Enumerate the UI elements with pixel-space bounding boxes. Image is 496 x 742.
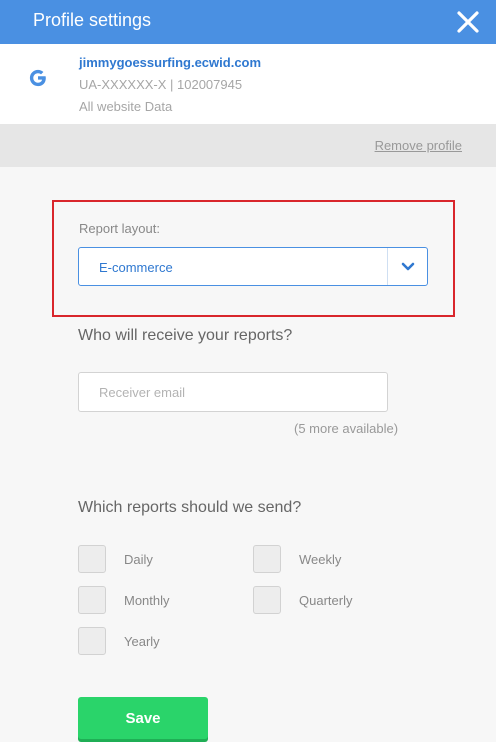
close-icon — [457, 11, 479, 33]
page-title: Profile settings — [33, 10, 152, 30]
yearly-label: Yearly — [124, 634, 160, 649]
daily-label: Daily — [124, 552, 153, 567]
receiver-email-input[interactable] — [78, 372, 388, 412]
close-button[interactable] — [452, 6, 484, 38]
profile-site: jimmygoessurfing.ecwid.com — [79, 55, 262, 70]
header-bar: Profile settings — [0, 0, 496, 44]
report-layout-label: Report layout: — [79, 221, 160, 236]
select-divider — [387, 248, 388, 285]
remove-profile-link[interactable]: Remove profile — [375, 138, 462, 153]
report-layout-select[interactable]: E-commerce — [78, 247, 428, 286]
quarterly-checkbox[interactable] — [253, 586, 281, 614]
monthly-label: Monthly — [124, 593, 170, 608]
google-g-icon — [29, 69, 46, 87]
profile-card: jimmygoessurfing.ecwid.com UA-XXXXXX-X |… — [0, 44, 496, 124]
daily-checkbox[interactable] — [78, 545, 106, 573]
remove-profile-bar: Remove profile — [0, 124, 496, 167]
reports-title: Which reports should we send? — [78, 499, 302, 516]
weekly-checkbox[interactable] — [253, 545, 281, 573]
more-available-note: (5 more available) — [294, 421, 399, 436]
recipients-title: Who will receive your reports? — [78, 327, 293, 344]
save-button[interactable]: Save — [78, 697, 208, 739]
profile-account-id: UA-XXXXXX-X | 102007945 — [79, 77, 243, 92]
quarterly-label: Quarterly — [299, 593, 353, 608]
chevron-down-icon — [401, 262, 415, 271]
weekly-label: Weekly — [299, 552, 342, 567]
report-layout-value: E-commerce — [99, 260, 173, 275]
monthly-checkbox[interactable] — [78, 586, 106, 614]
yearly-checkbox[interactable] — [78, 627, 106, 655]
profile-view: All website Data — [79, 99, 173, 114]
